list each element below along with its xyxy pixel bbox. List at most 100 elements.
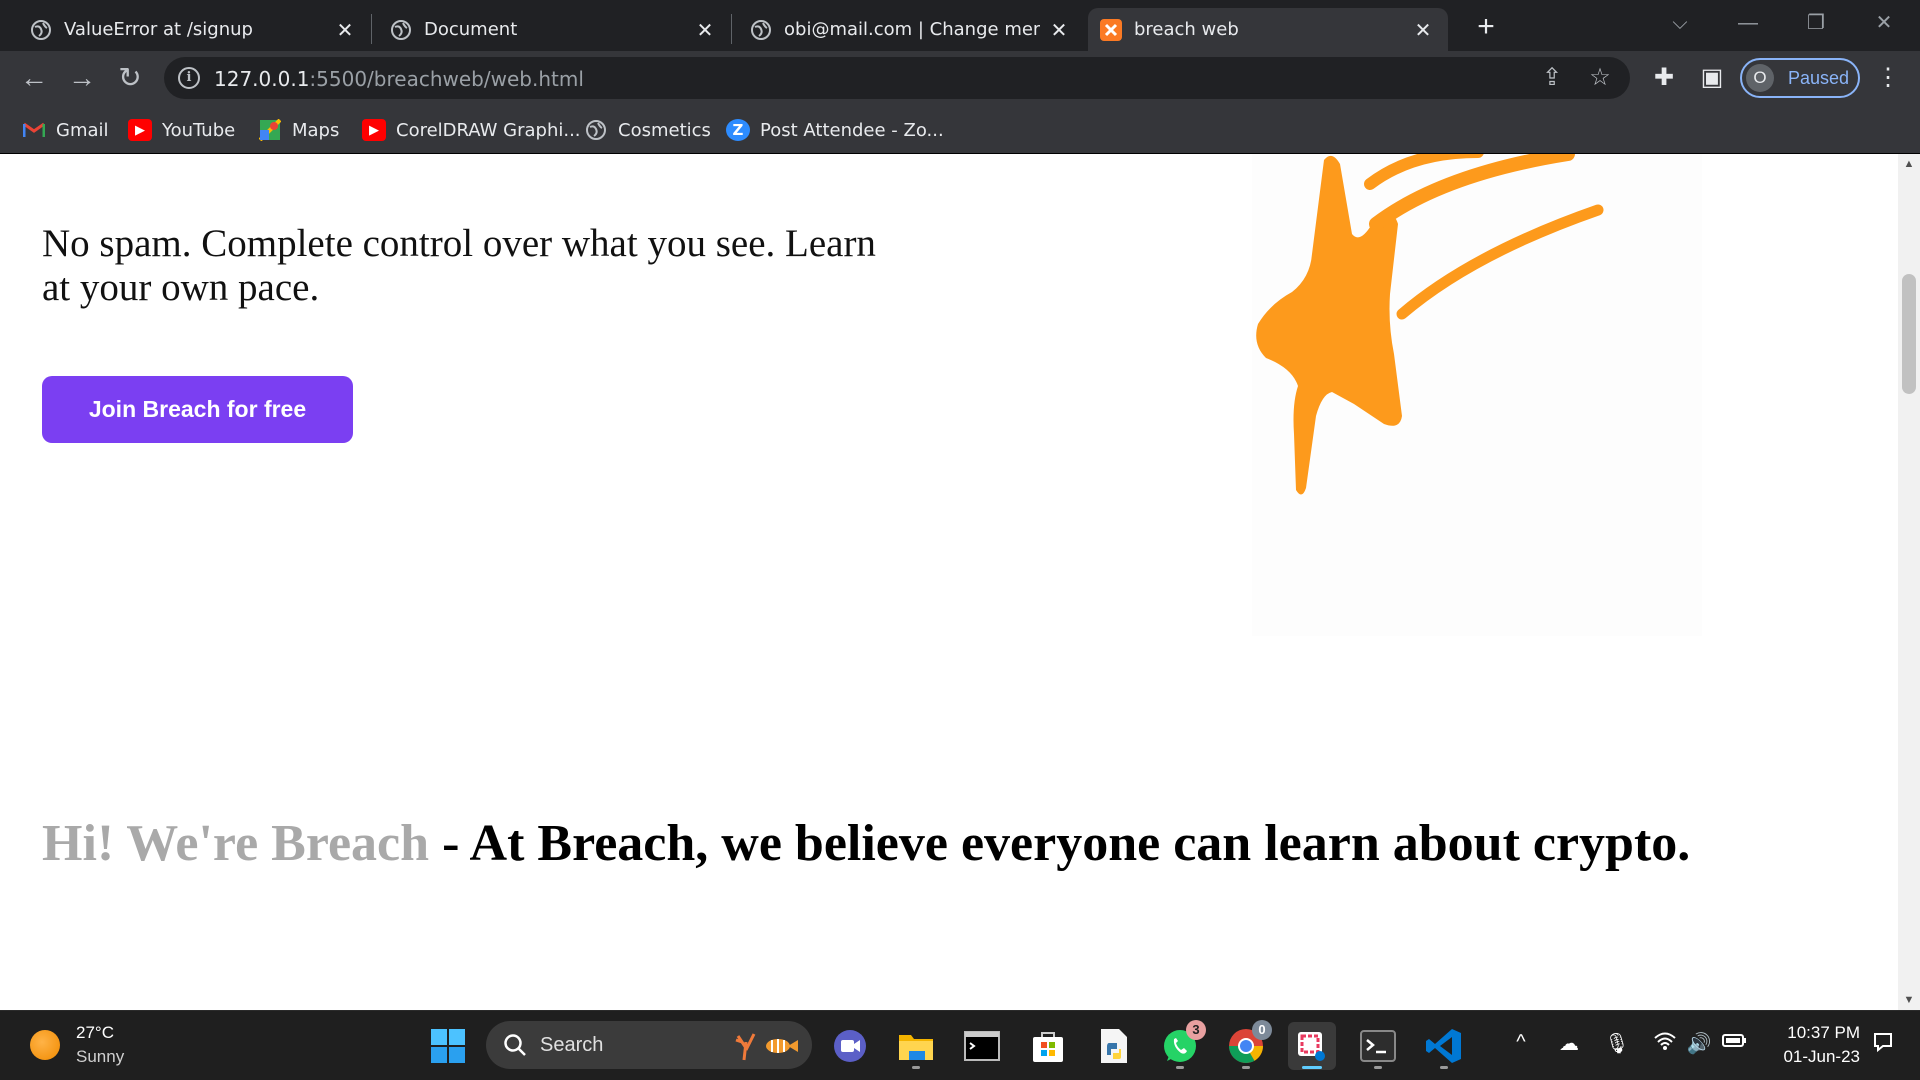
shooting-star-icon xyxy=(1256,154,1604,495)
tab-title: obi@mail.com | Change member xyxy=(784,19,1040,40)
tab-close-icon[interactable]: ✕ xyxy=(334,18,356,42)
store-icon xyxy=(1033,1032,1063,1062)
windows-taskbar: 27°C Sunny Search 3 0 ^ ☁ 🎙 🔊 10:37 PM 0… xyxy=(0,1010,1920,1080)
taskbar-search[interactable]: Search xyxy=(486,1021,812,1069)
tab-change-member[interactable]: obi@mail.com | Change member ✕ xyxy=(738,8,1084,51)
search-label: Search xyxy=(540,1033,604,1056)
taskbar-microsoft-store[interactable] xyxy=(1024,1022,1072,1070)
tray-overflow-chevron-icon[interactable]: ^ xyxy=(1506,1031,1536,1054)
tab-title: Document xyxy=(424,19,518,40)
youtube-icon: ▶ xyxy=(362,119,386,141)
tab-separator xyxy=(731,14,732,44)
menu-kebab-icon[interactable]: ⋮ xyxy=(1872,63,1904,95)
start-button[interactable] xyxy=(424,1022,472,1070)
url-path: :5500/breachweb/web.html xyxy=(309,67,584,91)
coral-reef-icon xyxy=(735,1033,798,1061)
taskbar-python-file[interactable] xyxy=(1090,1022,1138,1070)
bookmark-zoom[interactable]: Z Post Attendee - Zo... xyxy=(726,116,944,144)
side-panel-icon[interactable]: ▣ xyxy=(1696,63,1728,95)
tab-separator xyxy=(371,14,372,44)
reload-button[interactable]: ↻ xyxy=(110,59,150,99)
address-bar[interactable]: i 127.0.0.1:5500/breachweb/web.html ⇪ ☆ xyxy=(164,57,1630,99)
tab-title: breach web xyxy=(1134,19,1239,40)
terminal-icon xyxy=(1360,1030,1396,1062)
maps-icon xyxy=(258,119,282,141)
speaker-icon[interactable]: 🔊 xyxy=(1684,1031,1714,1056)
close-window-button[interactable]: ✕ xyxy=(1854,6,1914,42)
bookmark-youtube[interactable]: ▶ YouTube xyxy=(128,116,235,144)
scroll-down-arrow-icon[interactable]: ▼ xyxy=(1898,990,1920,1010)
tab-close-icon[interactable]: ✕ xyxy=(694,18,716,42)
bookmark-cosmetics[interactable]: Cosmetics xyxy=(584,116,711,144)
taskbar-windows-terminal[interactable] xyxy=(1354,1022,1402,1070)
page-scrollbar[interactable]: ▲ ▼ xyxy=(1898,154,1920,1010)
bookmark-maps[interactable]: Maps xyxy=(258,116,339,144)
weather-condition: Sunny xyxy=(76,1047,125,1066)
back-button[interactable]: ← xyxy=(14,59,54,99)
restore-button[interactable]: ❐ xyxy=(1786,6,1846,42)
browser-toolbar: ← → ↻ i 127.0.0.1:5500/breachweb/web.htm… xyxy=(0,51,1920,106)
site-info-icon[interactable]: i xyxy=(178,67,200,89)
share-icon[interactable]: ⇪ xyxy=(1538,65,1566,93)
web-page: No spam. Complete control over what you … xyxy=(0,154,1898,1010)
sun-icon xyxy=(30,1030,60,1060)
bookmark-label: YouTube xyxy=(162,119,236,141)
tab-valueerror[interactable]: ValueError at /signup ✕ xyxy=(18,8,370,51)
taskbar-snipping-tool[interactable] xyxy=(1288,1022,1336,1070)
notifications-icon[interactable] xyxy=(1868,1031,1898,1059)
bookmark-gmail[interactable]: Gmail xyxy=(22,116,109,144)
shooting-star-illustration xyxy=(1252,154,1702,636)
gmail-icon xyxy=(22,119,46,141)
extensions-icon[interactable]: ✚ xyxy=(1648,63,1680,95)
taskbar-terminal-window[interactable] xyxy=(958,1022,1006,1070)
join-breach-button[interactable]: Join Breach for free xyxy=(42,376,353,443)
snipping-tool-icon xyxy=(1298,1032,1325,1061)
notification-badge: 3 xyxy=(1186,1020,1206,1040)
minimize-button[interactable]: — xyxy=(1718,6,1778,42)
tab-search-chevron-icon[interactable]: ⌵ xyxy=(1650,6,1710,42)
profile-button[interactable]: O Paused xyxy=(1740,58,1860,98)
tab-title: ValueError at /signup xyxy=(64,19,253,40)
zoom-icon: Z xyxy=(726,119,750,141)
tab-close-icon[interactable]: ✕ xyxy=(1048,18,1070,42)
running-indicator xyxy=(1302,1066,1322,1069)
globe-icon xyxy=(391,19,411,40)
folder-icon xyxy=(899,1035,933,1060)
bookmark-label: CorelDRAW Graphi... xyxy=(396,119,581,141)
battery-icon[interactable] xyxy=(1720,1031,1750,1055)
scrollbar-thumb[interactable] xyxy=(1902,274,1916,394)
onedrive-cloud-icon[interactable]: ☁ xyxy=(1554,1031,1584,1056)
new-tab-button[interactable]: + xyxy=(1468,10,1504,46)
forward-button[interactable]: → xyxy=(62,59,102,99)
tab-close-icon[interactable]: ✕ xyxy=(1412,18,1434,42)
headline-muted-text: Hi! We're Breach xyxy=(42,815,430,872)
clock-date: 01-Jun-23 xyxy=(1783,1047,1860,1066)
bookmark-label: Post Attendee - Zo... xyxy=(760,119,944,141)
clock[interactable]: 10:37 PM 01-Jun-23 xyxy=(1760,1021,1860,1069)
bookmark-label: Gmail xyxy=(56,119,109,141)
globe-icon xyxy=(584,119,608,141)
running-indicator xyxy=(1242,1066,1250,1069)
url-text[interactable]: 127.0.0.1:5500/breachweb/web.html xyxy=(214,67,584,91)
bookmark-coreldraw[interactable]: ▶ CorelDRAW Graphi... xyxy=(362,116,581,144)
python-file-icon xyxy=(1101,1029,1127,1063)
globe-icon xyxy=(31,19,51,40)
taskbar-meet-now[interactable] xyxy=(826,1022,874,1070)
taskbar-file-explorer[interactable] xyxy=(892,1022,940,1070)
bookmark-label: Maps xyxy=(292,119,340,141)
microphone-icon[interactable]: 🎙 xyxy=(1602,1031,1632,1056)
tab-breach-web[interactable]: breach web ✕ xyxy=(1088,8,1448,51)
tab-document[interactable]: Document ✕ xyxy=(378,8,730,51)
taskbar-whatsapp[interactable]: 3 xyxy=(1156,1020,1206,1070)
wifi-icon[interactable] xyxy=(1650,1031,1680,1057)
scroll-up-arrow-icon[interactable]: ▲ xyxy=(1898,154,1920,174)
running-indicator xyxy=(1176,1066,1184,1069)
taskbar-vscode[interactable] xyxy=(1420,1022,1468,1070)
bookmark-star-icon[interactable]: ☆ xyxy=(1586,65,1614,93)
url-host: 127.0.0.1 xyxy=(214,67,310,91)
windows-logo-icon xyxy=(431,1029,465,1063)
weather-widget[interactable]: 27°C Sunny xyxy=(30,1023,124,1067)
bookmarks-bar: Gmail ▶ YouTube Maps ▶ CorelDRAW Graphi.… xyxy=(0,106,1920,154)
taskbar-chrome[interactable]: 0 xyxy=(1222,1020,1272,1070)
intro-headline: Hi! We're Breach - At Breach, we believe… xyxy=(42,814,1690,873)
